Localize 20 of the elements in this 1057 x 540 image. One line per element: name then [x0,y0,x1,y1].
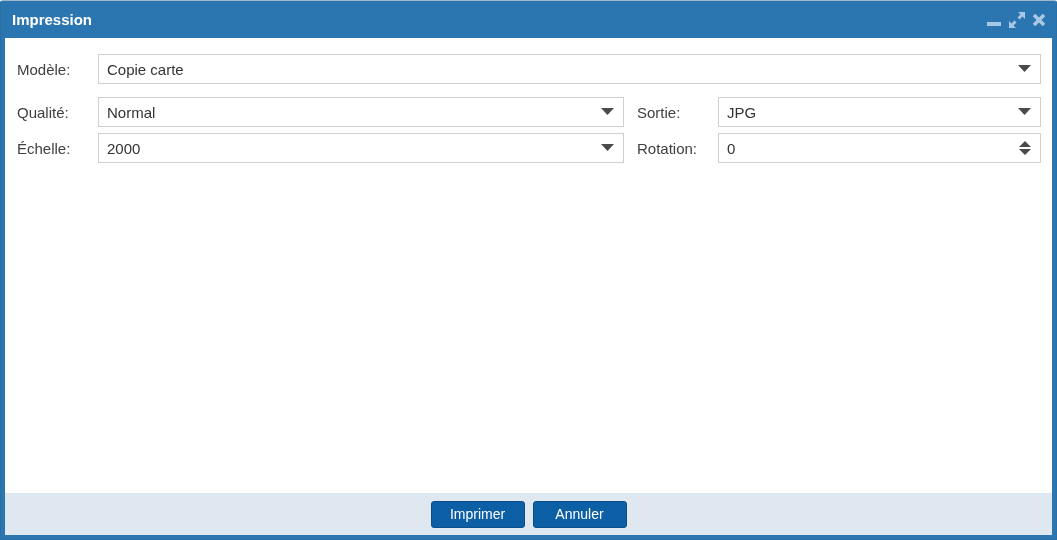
dropdown-arrow-icon[interactable] [1018,65,1031,73]
dropdown-field[interactable]: Normal [98,97,624,127]
maximize-icon[interactable] [1008,10,1026,29]
field-label: Sortie: [637,103,682,121]
dropdown-arrow-icon[interactable] [601,144,614,152]
number-field[interactable]: 0 [718,133,1041,163]
close-icon[interactable] [1032,12,1046,27]
dropdown-arrow-icon[interactable] [601,108,614,116]
dropdown-field[interactable]: Copie carte [98,54,1041,84]
dropdown-field[interactable]: 2000 [98,133,624,163]
dropdown-field[interactable]: JPG [718,97,1041,127]
field-label: Rotation: [637,139,699,157]
field-label: Qualité: [17,103,70,121]
dropdown-arrow-icon[interactable] [1018,108,1031,116]
dialog-button[interactable]: Imprimer [430,500,525,528]
window-title: Impression [12,11,93,28]
spinner-arrows-icon[interactable] [1019,140,1031,156]
field-label: Modèle: [17,60,72,78]
dialog-button[interactable]: Annuler [532,500,627,528]
field-label: Échelle: [17,139,72,157]
